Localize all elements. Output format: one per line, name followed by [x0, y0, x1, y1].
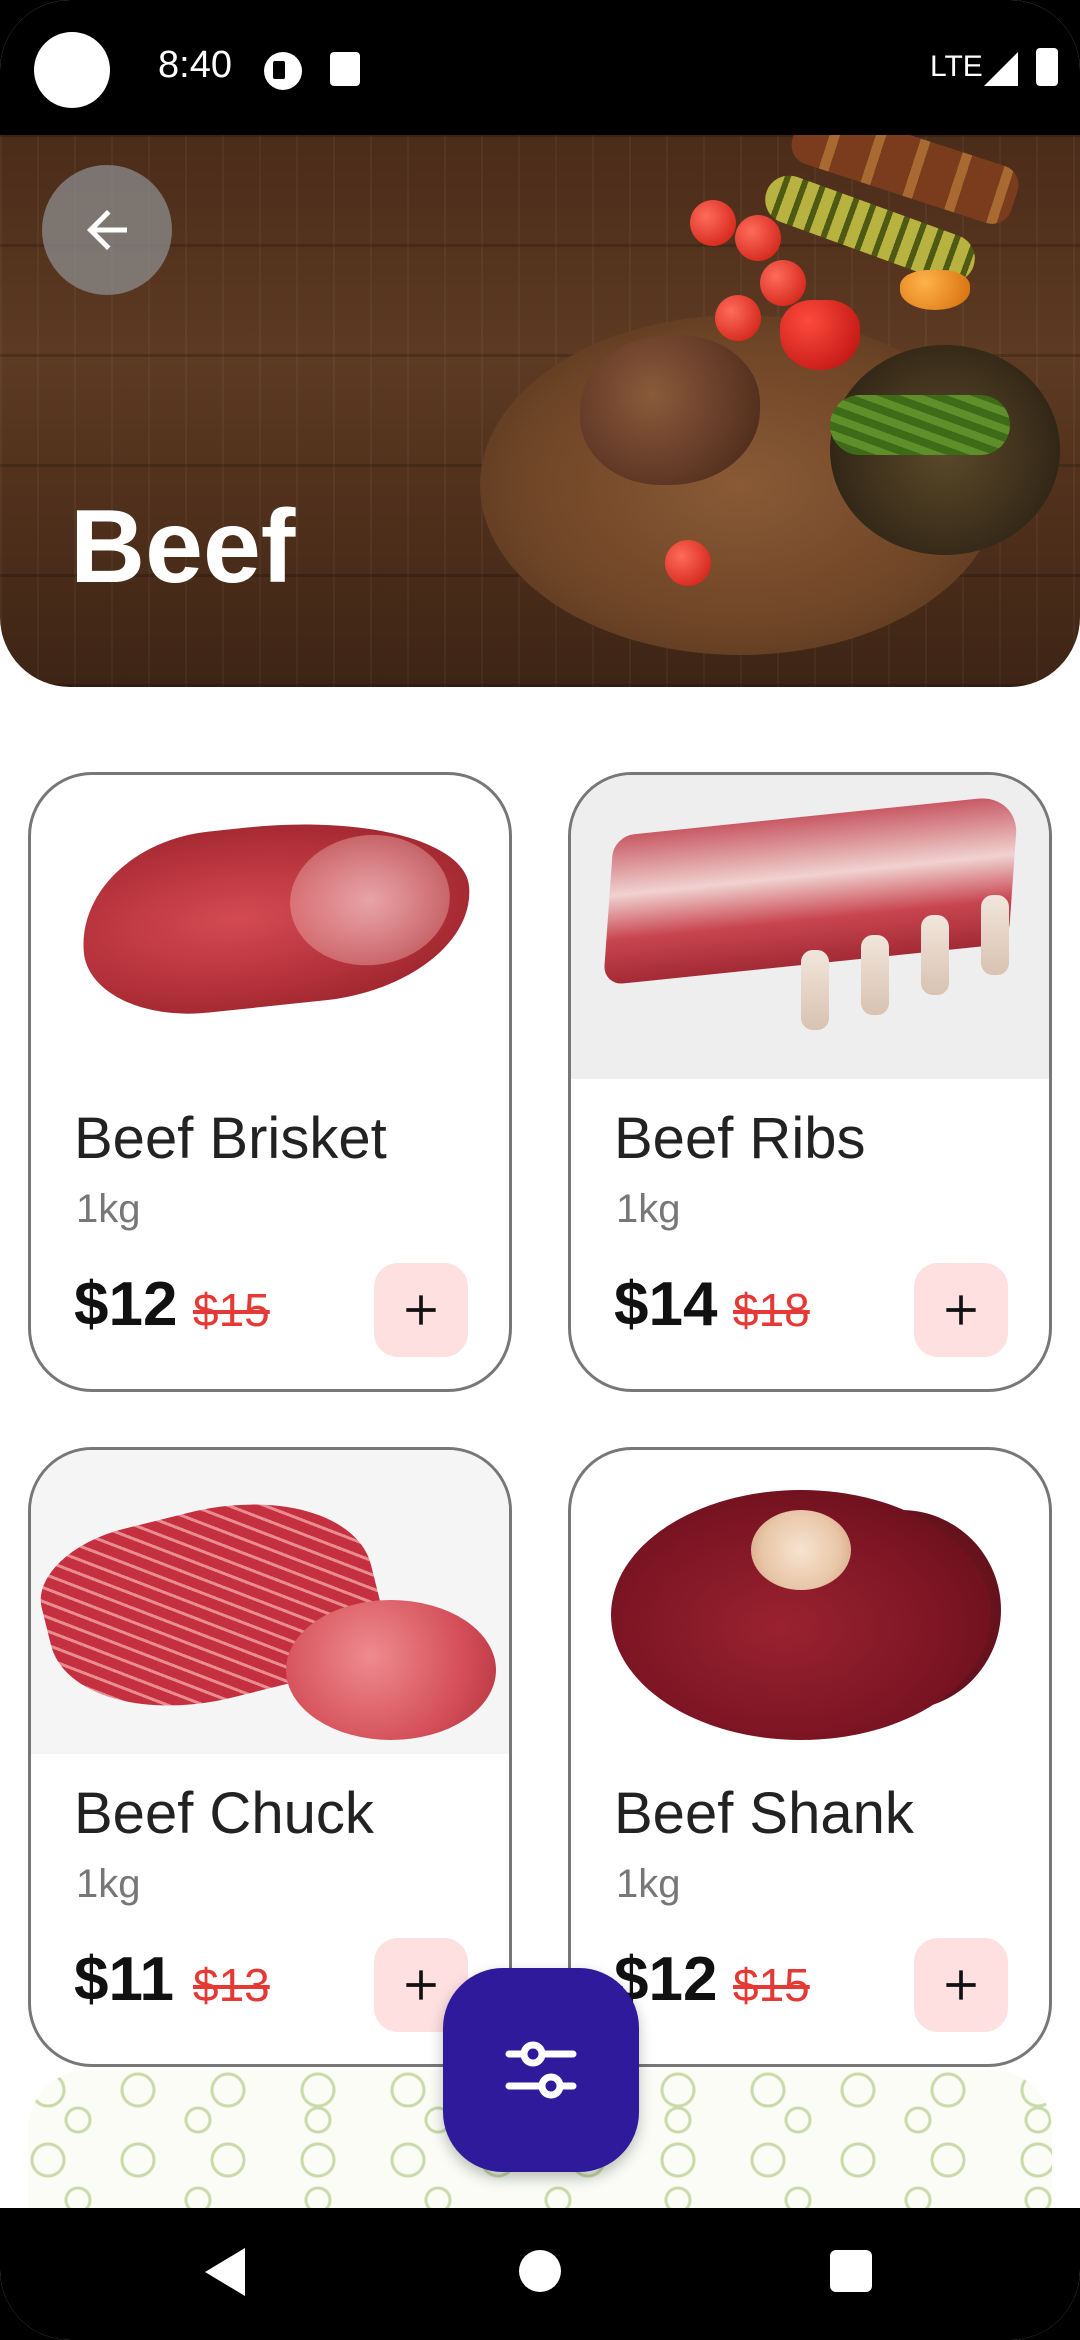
status-bar: 8:40 LTE: [0, 0, 1080, 135]
product-name: Beef Brisket: [74, 1106, 387, 1171]
system-navigation-bar: [0, 2208, 1080, 2340]
patty-graphic: [286, 1600, 496, 1740]
app-screen: 8:40 LTE Beef Beef Brisket 1kg $12 $15 B…: [0, 0, 1080, 2340]
plus-icon: [946, 1295, 976, 1325]
add-to-cart-button[interactable]: [914, 1263, 1008, 1357]
marrow-bone-graphic: [751, 1510, 851, 1590]
hero-tomato-graphic: [735, 215, 781, 261]
product-price: $11: [74, 1945, 175, 2014]
product-weight: 1kg: [616, 1862, 681, 1906]
rib-bone-graphic: [921, 915, 949, 995]
plus-icon: [406, 1295, 436, 1325]
product-card-beef-chuck[interactable]: Beef Chuck 1kg $11 $13: [28, 1447, 512, 2067]
rib-bone-graphic: [861, 935, 889, 1015]
brisket-graphic: [72, 805, 480, 1025]
product-price: $14: [614, 1270, 718, 1339]
product-weight: 1kg: [76, 1862, 141, 1906]
product-image: [571, 1450, 1049, 1754]
product-name: Beef Chuck: [74, 1781, 374, 1846]
hero-tomato-graphic: [690, 200, 736, 246]
network-type: LTE: [930, 50, 983, 83]
hero-tomato-graphic: [760, 260, 806, 306]
product-old-price: $13: [193, 1959, 270, 2011]
plus-icon: [946, 1970, 976, 2000]
battery-icon: [1036, 48, 1058, 86]
hero-steak-graphic: [580, 335, 760, 485]
nav-home-icon[interactable]: [519, 2250, 561, 2292]
hero-pepper-graphic: [780, 300, 860, 370]
product-card-beef-ribs[interactable]: Beef Ribs 1kg $14 $18: [568, 772, 1052, 1392]
back-button[interactable]: [42, 165, 172, 295]
hero-pepper-graphic: [900, 270, 970, 310]
product-price: $12: [74, 1270, 178, 1339]
plus-icon: [406, 1970, 436, 2000]
product-old-price: $15: [733, 1959, 810, 2011]
product-card-beef-brisket[interactable]: Beef Brisket 1kg $12 $15: [28, 772, 512, 1392]
product-image: [31, 775, 509, 1079]
filter-button[interactable]: [443, 1968, 639, 2172]
notification-icon: [264, 52, 302, 90]
add-to-cart-button[interactable]: [374, 1263, 468, 1357]
sd-card-icon: [330, 52, 360, 86]
hero-tomato-graphic: [665, 540, 711, 586]
status-time: 8:40: [158, 44, 232, 86]
product-weight: 1kg: [76, 1187, 141, 1231]
rib-bone-graphic: [801, 950, 829, 1030]
product-image: [31, 1450, 509, 1754]
product-weight: 1kg: [616, 1187, 681, 1231]
product-name: Beef Ribs: [614, 1106, 866, 1171]
arrow-left-icon: [87, 210, 127, 250]
product-image: [571, 775, 1049, 1079]
hero-tomato-graphic: [715, 295, 761, 341]
hero-greens-graphic: [830, 395, 1010, 455]
nav-back-icon[interactable]: [205, 2248, 245, 2296]
filter-sliders-icon: [505, 2041, 577, 2099]
category-title: Beef: [70, 489, 296, 605]
signal-icon: [984, 52, 1018, 86]
nav-recents-icon[interactable]: [830, 2250, 872, 2292]
rib-bone-graphic: [981, 895, 1009, 975]
product-card-beef-shank[interactable]: Beef Shank 1kg $12 $15: [568, 1447, 1052, 2067]
add-to-cart-button[interactable]: [914, 1938, 1008, 2032]
product-old-price: $18: [733, 1284, 810, 1336]
product-old-price: $15: [193, 1284, 270, 1336]
camera-cutout: [34, 32, 110, 108]
product-name: Beef Shank: [614, 1781, 914, 1846]
